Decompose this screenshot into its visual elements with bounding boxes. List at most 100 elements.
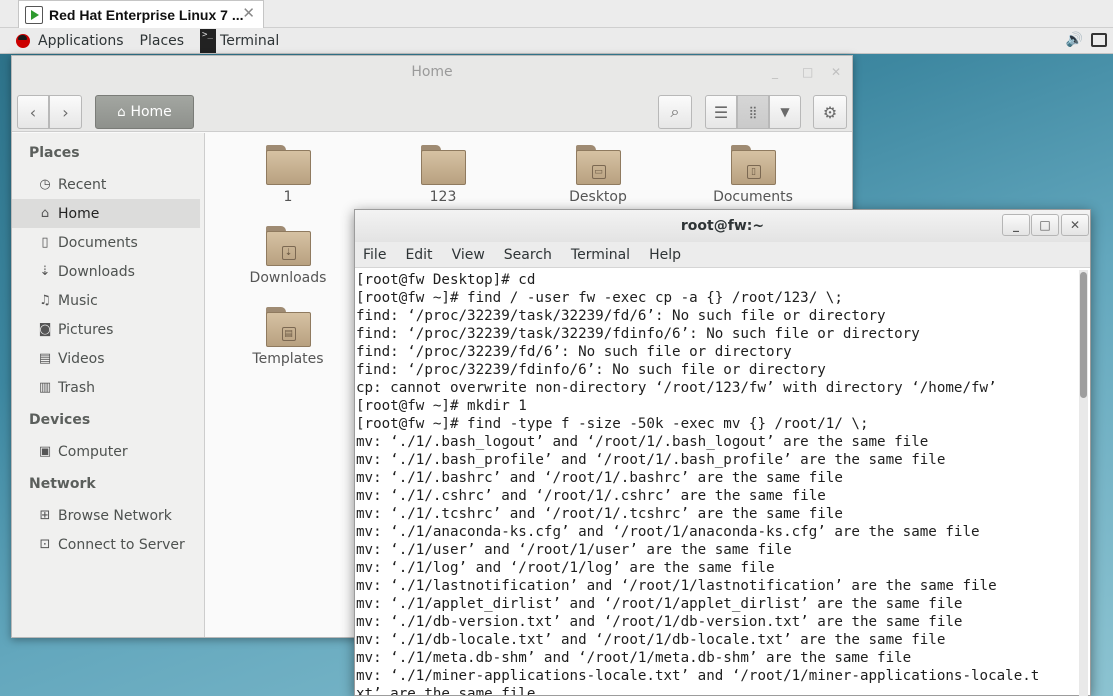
sidebar-item-label: Documents xyxy=(58,234,138,251)
folder-label: Documents xyxy=(713,189,793,205)
sidebar-item-downloads[interactable]: ⇣ Downloads xyxy=(12,257,200,286)
terminal-line: mv: ‘./1/.cshrc’ and ‘/root/1/.cshrc’ ar… xyxy=(356,488,826,504)
terminal-window-title: root@fw:~ xyxy=(680,218,765,234)
applications-menu[interactable]: Applications xyxy=(38,33,124,49)
vm-play-icon xyxy=(25,5,43,24)
forward-button[interactable]: › xyxy=(49,95,82,129)
redhat-logo-icon xyxy=(16,33,30,48)
sidebar-item-label: Trash xyxy=(58,379,95,396)
terminal-line: find: ‘/proc/32239/fd/6’: No such file o… xyxy=(356,344,792,360)
terminal-menu-terminal[interactable]: Terminal xyxy=(571,247,630,263)
sidebar-item-music[interactable]: ♫ Music xyxy=(12,286,200,315)
sidebar-item-label: Recent xyxy=(58,176,107,193)
folder-item[interactable]: 1 xyxy=(228,145,348,205)
terminal-maximize-button[interactable]: □ xyxy=(1031,214,1059,236)
sidebar-item-label: Music xyxy=(58,292,98,309)
terminal-line: find: ‘/proc/32239/fdinfo/6’: No such fi… xyxy=(356,362,826,378)
terminal-line: mv: ‘./1/db-version.txt’ and ‘/root/1/db… xyxy=(356,614,963,630)
network-status-icon[interactable] xyxy=(1091,33,1107,47)
sidebar-item-documents[interactable]: ▯ Documents xyxy=(12,228,200,257)
music-icon: ♫ xyxy=(39,293,51,308)
sidebar-item-label: Browse Network xyxy=(58,507,172,524)
volume-icon[interactable]: 🔊 xyxy=(1066,32,1083,48)
vm-tab-strip: Red Hat Enterprise Linux 7 ... ✕ xyxy=(0,0,1113,28)
terminal-line: [root@fw ~]# mkdir 1 xyxy=(356,398,527,414)
sidebar-item-browse-network[interactable]: ⊞ Browse Network xyxy=(12,501,200,530)
grid-view-button[interactable]: ⣿ xyxy=(737,95,769,129)
folder-label: Desktop xyxy=(569,189,627,205)
terminal-close-button[interactable]: ✕ xyxy=(1061,214,1089,236)
places-menu[interactable]: Places xyxy=(140,33,185,49)
folder-item[interactable]: ▭ Desktop xyxy=(538,145,658,205)
sidebar-item-recent[interactable]: ◷ Recent xyxy=(12,170,200,199)
location-home-button[interactable]: ⌂ Home xyxy=(95,95,194,129)
terminal-output[interactable]: [root@fw Desktop]# cd [root@fw ~]# find /… xyxy=(356,270,1078,695)
files-minimize-button[interactable]: _ xyxy=(772,56,778,88)
templates-folder-icon: ▤ xyxy=(265,307,311,347)
places-heading: Places xyxy=(29,145,80,161)
sidebar-item-label: Videos xyxy=(58,350,105,367)
terminal-line: mv: ‘./1/lastnotification’ and ‘/root/1/… xyxy=(356,578,997,594)
server-icon: ⊡ xyxy=(39,537,51,552)
terminal-menu-help[interactable]: Help xyxy=(649,247,681,263)
search-icon: ⌕ xyxy=(670,102,680,121)
terminal-app-menu[interactable]: Terminal xyxy=(220,33,279,49)
sidebar-item-trash[interactable]: ▥ Trash xyxy=(12,373,200,402)
terminal-line: mv: ‘./1/.bashrc’ and ‘/root/1/.bashrc’ … xyxy=(356,470,843,486)
folder-item[interactable]: ▤ Templates xyxy=(228,307,348,367)
clock-icon: ◷ xyxy=(39,177,51,192)
terminal-scrollbar-thumb[interactable] xyxy=(1080,272,1087,398)
folder-label: Templates xyxy=(252,351,324,367)
downloads-folder-icon: ⇣ xyxy=(265,226,311,266)
terminal-titlebar[interactable]: root@fw:~ _ □ ✕ xyxy=(355,210,1090,242)
search-button[interactable]: ⌕ xyxy=(658,95,692,129)
documents-folder-icon: ▯ xyxy=(730,145,776,185)
files-maximize-button[interactable]: □ xyxy=(802,56,813,88)
devices-heading: Devices xyxy=(29,412,91,428)
home-icon: ⌂ xyxy=(117,104,126,120)
chevron-down-icon: ▼ xyxy=(780,105,790,119)
folder-item[interactable]: 123 xyxy=(383,145,503,205)
terminal-line: mv: ‘./1/.bash_logout’ and ‘/root/1/.bas… xyxy=(356,434,929,450)
back-button[interactable]: ‹ xyxy=(17,95,49,129)
list-view-button[interactable]: ☰ xyxy=(705,95,737,129)
settings-button[interactable]: ⚙ xyxy=(813,95,847,129)
files-titlebar[interactable]: Home _ □ ✕ xyxy=(12,56,852,88)
terminal-line: [root@fw ~]# find / -user fw -exec cp -a… xyxy=(356,290,843,306)
view-options-button[interactable]: ▼ xyxy=(769,95,801,129)
terminal-line: mv: ‘./1/db-locale.txt’ and ‘/root/1/db-… xyxy=(356,632,946,648)
vm-tab[interactable]: Red Hat Enterprise Linux 7 ... ✕ xyxy=(18,0,264,28)
terminal-scrollbar[interactable] xyxy=(1079,270,1088,696)
vm-tab-close-icon[interactable]: ✕ xyxy=(242,4,255,22)
folder-label: 123 xyxy=(429,189,457,205)
sidebar-item-label: Connect to Server xyxy=(58,536,185,553)
terminal-menu-edit[interactable]: Edit xyxy=(405,247,432,263)
terminal-menubar: File Edit View Search Terminal Help xyxy=(355,242,1090,268)
desktop-folder-icon: ▭ xyxy=(575,145,621,185)
terminal-app-icon: >_ xyxy=(200,28,217,53)
terminal-line: xt’ are the same file xyxy=(356,686,536,695)
sidebar-item-home[interactable]: ⌂ Home xyxy=(12,199,200,228)
folder-item[interactable]: ⇣ Downloads xyxy=(228,226,348,286)
grid-icon: ⣿ xyxy=(748,105,758,119)
network-heading: Network xyxy=(29,476,96,492)
folder-item[interactable]: ▯ Documents xyxy=(693,145,813,205)
terminal-line: find: ‘/proc/32239/task/32239/fdinfo/6’:… xyxy=(356,326,920,342)
list-icon: ☰ xyxy=(713,102,729,122)
files-close-button[interactable]: ✕ xyxy=(831,56,841,88)
folder-label: Downloads xyxy=(249,270,327,286)
sidebar-item-connect-to-server[interactable]: ⊡ Connect to Server xyxy=(12,530,200,559)
terminal-menu-view[interactable]: View xyxy=(452,247,485,263)
sidebar-item-label: Downloads xyxy=(58,263,135,280)
sidebar-item-videos[interactable]: ▤ Videos xyxy=(12,344,200,373)
sidebar-item-label: Pictures xyxy=(58,321,114,338)
folder-icon xyxy=(265,145,311,185)
terminal-menu-file[interactable]: File xyxy=(363,247,386,263)
gear-icon: ⚙ xyxy=(822,102,838,122)
sidebar-item-pictures[interactable]: ◙ Pictures xyxy=(12,315,200,344)
terminal-menu-search[interactable]: Search xyxy=(504,247,552,263)
terminal-line: [root@fw Desktop]# cd xyxy=(356,272,536,288)
terminal-minimize-button[interactable]: _ xyxy=(1002,214,1030,236)
terminal-line: cp: cannot overwrite non-directory ‘/roo… xyxy=(356,380,997,396)
sidebar-item-computer[interactable]: ▣ Computer xyxy=(12,437,200,466)
